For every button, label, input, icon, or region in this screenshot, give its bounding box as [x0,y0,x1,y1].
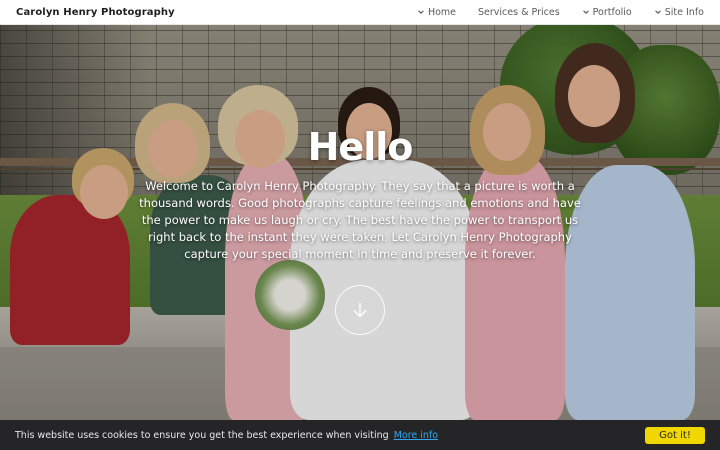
nav-item-portfolio[interactable]: Portfolio [582,7,632,18]
hero-section: Hello Welcome to Carolyn Henry Photograp… [0,25,720,420]
nav-item-services-prices[interactable]: Services & Prices [478,7,560,18]
cookie-consent-bar: This website uses cookies to ensure you … [0,420,720,450]
nav-item-site-info[interactable]: Site Info [654,7,704,18]
cookie-message-text: This website uses cookies to ensure you … [15,429,389,441]
top-navbar: Carolyn Henry Photography Home Services … [0,0,720,25]
nav-item-portfolio-label: Portfolio [592,6,632,18]
hero-title: Hello [307,125,414,169]
nav-item-home[interactable]: Home [417,7,456,18]
main-nav: Home Services & Prices Portfolio Site In… [417,7,704,18]
cookie-accept-button[interactable]: Got it! [645,426,705,444]
scroll-down-button[interactable] [335,285,385,335]
nav-item-services-label: Services & Prices [478,6,560,18]
chevron-down-icon [654,10,661,14]
cookie-message: This website uses cookies to ensure you … [15,430,438,441]
hero-intro-text: Welcome to Carolyn Henry Photography. Th… [139,179,581,261]
nav-item-site-info-label: Site Info [664,6,704,18]
site-brand[interactable]: Carolyn Henry Photography [16,7,175,18]
chevron-down-icon [418,10,424,14]
nav-item-home-label: Home [427,6,457,18]
arrow-down-icon [353,303,367,318]
chevron-down-icon [582,10,589,14]
cookie-more-info-link[interactable]: More info [394,430,438,441]
